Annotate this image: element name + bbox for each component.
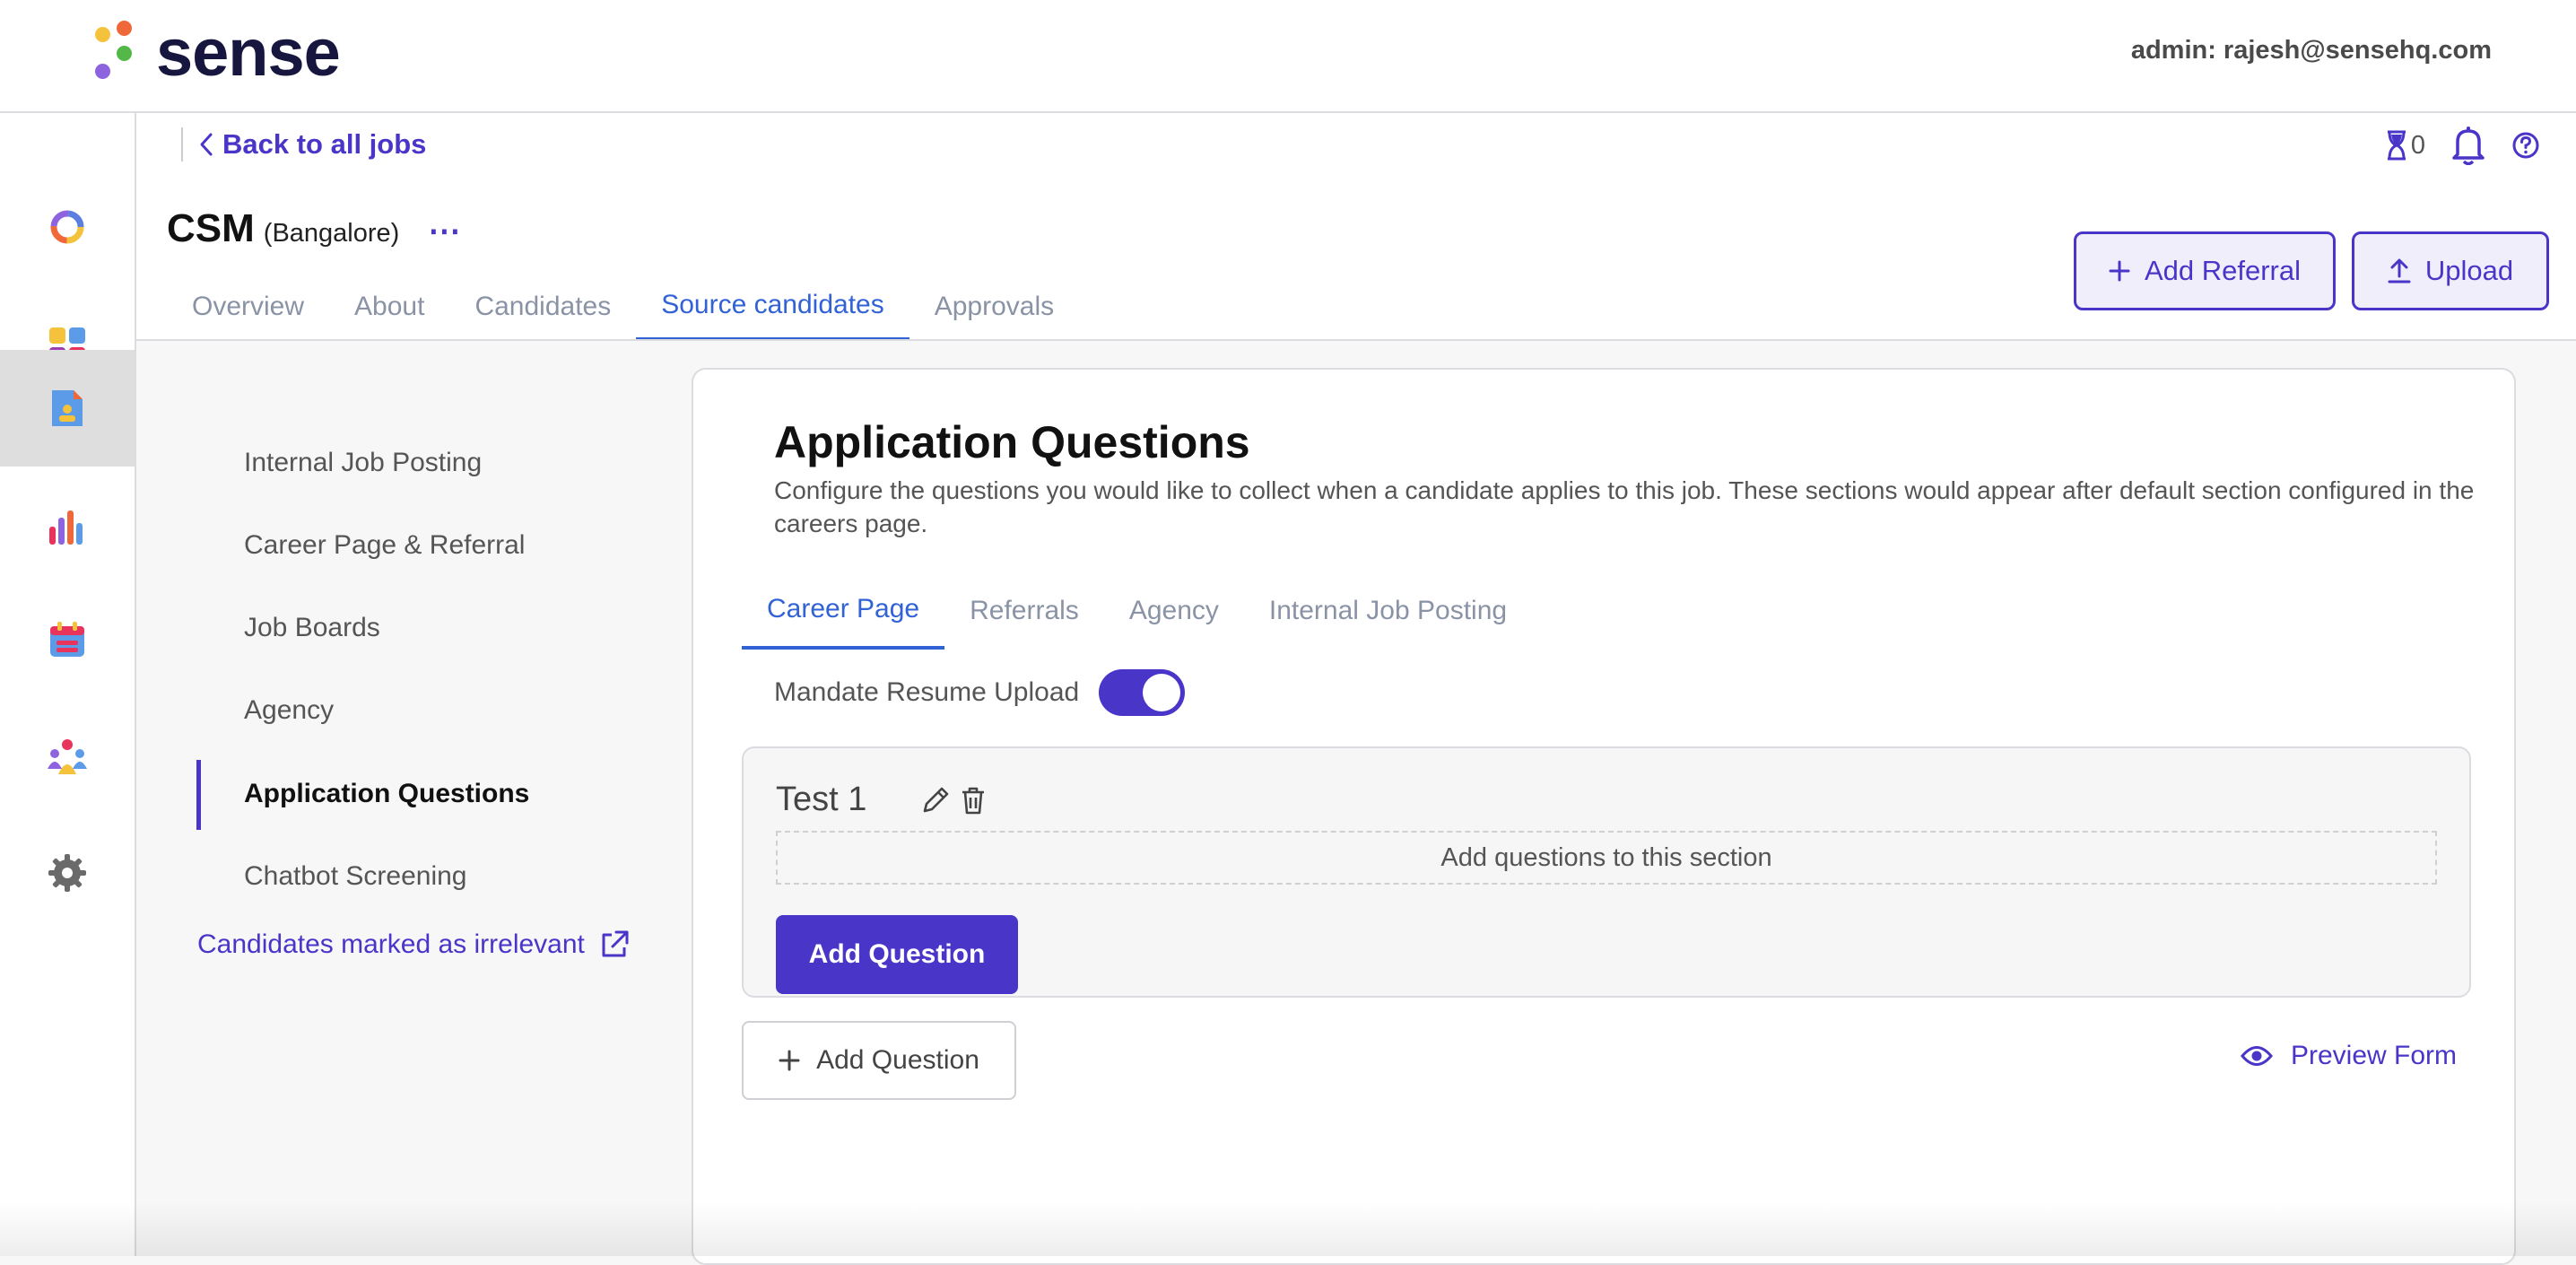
subnav-agency[interactable]: Agency (244, 695, 334, 726)
rail-item-settings[interactable] (0, 815, 135, 931)
subnav-active-indicator (196, 760, 201, 830)
logo-wordmark: sense (156, 15, 341, 90)
help-icon[interactable] (2511, 131, 2540, 160)
preview-form-link[interactable]: Preview Form (2241, 1041, 2457, 1071)
page-description: Configure the questions you would like t… (774, 476, 2475, 537)
subtab-internal-job-posting[interactable]: Internal Job Posting (1244, 572, 1532, 650)
left-rail (0, 113, 136, 1256)
mandate-resume-toggle[interactable] (1099, 669, 1186, 716)
rail-item-analytics[interactable] (0, 468, 135, 585)
candidates-irrelevant-link[interactable]: Candidates marked as irrelevant (197, 929, 630, 960)
job-name: CSM (167, 206, 255, 250)
rail-item-people[interactable] (0, 698, 135, 815)
rail-item-dashboard[interactable] (0, 169, 135, 285)
upload-button[interactable]: Upload (2352, 231, 2549, 310)
back-to-jobs-link[interactable]: Back to all jobs (199, 128, 426, 161)
section-header: Test 1 (776, 781, 987, 819)
job-title: CSM (Bangalore) ⋯ (167, 206, 462, 251)
sense-logo[interactable]: sense (90, 15, 359, 97)
subnav-application-questions[interactable]: Application Questions (244, 779, 529, 809)
section-actions (920, 785, 987, 816)
add-referral-label: Add Referral (2144, 255, 2302, 286)
analytics-bars-icon (49, 510, 83, 545)
pending-tasks[interactable]: 0 (2386, 130, 2425, 161)
job-header: Back to all jobs 0 CSM (Bangalore) ⋯ Ove… (136, 113, 2576, 341)
logo-dot-yellow (95, 27, 110, 42)
external-link-icon (602, 930, 629, 957)
plus-icon (779, 1050, 800, 1071)
upload-icon (2388, 258, 2411, 284)
logo-dot-green (117, 46, 132, 61)
header-actions: 0 (2386, 126, 2540, 165)
preview-form-label: Preview Form (2290, 1041, 2457, 1070)
add-referral-button[interactable]: Add Referral (2074, 231, 2336, 310)
divider (181, 127, 183, 161)
subnav-chatbot-screening[interactable]: Chatbot Screening (244, 861, 467, 892)
tab-source-candidates[interactable]: Source candidates (636, 273, 909, 341)
rail-item-jobs[interactable] (0, 350, 135, 467)
hourglass-icon (2387, 130, 2406, 161)
toggle-knob (1143, 674, 1181, 711)
section-add-question-button[interactable]: Add Question (776, 915, 1018, 994)
subnav-career-page-referral[interactable]: Career Page & Referral (244, 530, 525, 561)
back-to-jobs-label: Back to all jobs (222, 128, 427, 160)
subtab-career-page[interactable]: Career Page (742, 572, 945, 650)
more-options-icon[interactable]: ⋯ (428, 212, 462, 249)
question-section: Test 1 Add questions to this section Add… (742, 746, 2471, 998)
subtab-referrals[interactable]: Referrals (944, 572, 1104, 650)
subtab-agency[interactable]: Agency (1104, 572, 1244, 650)
calendar-icon (50, 622, 84, 657)
tab-about[interactable]: About (329, 273, 449, 341)
top-header: sense admin: rajesh@sensehq.com (0, 0, 2576, 113)
plus-icon (2109, 260, 2130, 282)
tab-approvals[interactable]: Approvals (909, 273, 1079, 341)
upload-label: Upload (2424, 255, 2514, 286)
job-tabs: Overview About Candidates Source candida… (167, 273, 1079, 341)
section-empty-placeholder: Add questions to this section (776, 831, 2437, 885)
mandate-resume-row: Mandate Resume Upload (774, 669, 1186, 716)
trash-icon[interactable] (960, 785, 987, 816)
section-title: Test 1 (776, 781, 867, 818)
gear-icon (48, 854, 86, 892)
bell-icon[interactable] (2450, 126, 2486, 165)
back-bar: Back to all jobs (181, 113, 426, 176)
add-question-button[interactable]: Add Question (742, 1021, 1016, 1100)
page-title: Application Questions (774, 417, 1250, 467)
pencil-icon[interactable] (920, 785, 951, 816)
people-group-icon (48, 739, 87, 774)
candidates-irrelevant-label: Candidates marked as irrelevant (197, 929, 585, 959)
logo-dot-orange (117, 21, 132, 36)
application-questions-card: Application Questions Configure the ques… (692, 368, 2516, 1265)
rail-item-calendar[interactable] (0, 581, 135, 698)
chevron-left-icon (200, 133, 213, 156)
header-divider (136, 339, 2576, 341)
admin-account[interactable]: admin: rajesh@sensehq.com (2131, 36, 2492, 65)
question-subtabs: Career Page Referrals Agency Internal Jo… (742, 572, 1532, 650)
dashboard-ring-icon (50, 210, 84, 244)
subnav-job-boards[interactable]: Job Boards (244, 613, 380, 643)
jobs-document-icon (52, 390, 83, 426)
tab-candidates[interactable]: Candidates (449, 273, 636, 341)
job-location: (Bangalore) (263, 219, 400, 248)
add-question-label: Add Question (816, 1045, 979, 1075)
mandate-resume-label: Mandate Resume Upload (774, 677, 1080, 707)
tab-overview[interactable]: Overview (167, 273, 329, 341)
subnav-internal-job-posting[interactable]: Internal Job Posting (244, 448, 482, 478)
pending-count: 0 (2410, 130, 2425, 160)
eye-icon (2241, 1046, 2273, 1066)
logo-dot-purple (95, 64, 110, 79)
